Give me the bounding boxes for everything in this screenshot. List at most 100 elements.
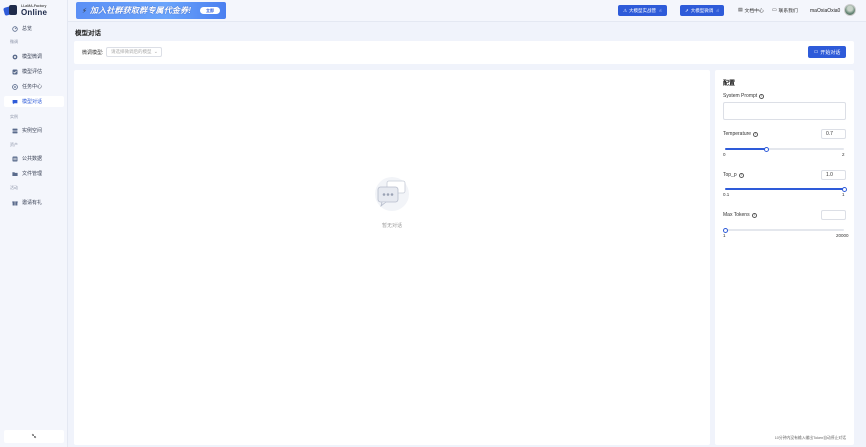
sidebar-item-label: 总览 [22,26,33,32]
sidebar-item-evaluate[interactable]: 模型评估 [4,66,64,77]
contact-link-label: 联系我们 [778,9,798,14]
max-tokens-input[interactable] [821,210,846,220]
config-panel: 配置 System Prompt i Temperature i 0.7 0 2… [715,70,854,445]
chat-panel: 暂无对话 [74,70,710,445]
docs-link[interactable]: ▤ 文档中心 [738,6,764,15]
max-tokens-slider-thumb[interactable] [722,227,728,233]
sidebar-item-label: 任务中心 [22,84,43,90]
sidebar-item-instances[interactable]: 实例空间 [4,125,64,136]
evaluate-icon [12,69,18,75]
nav-group-activity: 活动 [10,185,18,190]
temperature-slider-fill [725,148,767,150]
lightning-icon: ⚡ [82,7,87,15]
max-tokens-min: 1 [723,233,726,238]
top-p-slider-thumb[interactable] [841,186,847,192]
instance-icon [12,128,18,134]
logo-icon [3,5,18,17]
max-tokens-slider[interactable] [722,227,844,233]
username[interactable]: maOxiaOxia0 [810,6,840,15]
nav-group-finetune: 微调 [10,39,18,44]
system-prompt-input[interactable] [723,102,846,120]
sidebar-collapse-button[interactable] [4,430,64,443]
sidebar-item-invite[interactable]: 邀请有礼 [4,197,64,208]
chat-icon [12,99,18,105]
max-tokens-label: Max Tokens i [723,212,757,218]
tune-icon [12,54,18,60]
temperature-label-text: Temperature [723,131,752,137]
collapse-icon [31,433,37,441]
info-icon[interactable]: i [759,93,765,99]
max-tokens-label-text: Max Tokens [723,212,750,218]
gift-icon [12,200,18,206]
top-header: ⚡ 加入社群获取群专属代金券! 立即 ⚠ 大模型实战营 ☝ ➚ 大模型微调 ☝ … [68,0,866,22]
banner-join-button[interactable]: 立即 [200,7,220,14]
sidebar-item-label: 模型对话 [22,99,43,105]
sidebar-item-label: 文件管理 [22,171,43,177]
model-select[interactable]: 请选择微调后的模型 ⌄ [106,47,162,57]
rocket-icon: ➚ [685,7,689,13]
finetune-promo-button[interactable]: ➚ 大模型微调 ☝ [680,5,725,16]
temperature-max: 2 [842,152,845,157]
practice-camp-label: 大模型实战营 [629,7,657,13]
warning-icon: ⚠ [623,7,628,13]
top-p-label: Top_p i [723,172,744,178]
sidebar-item-label: 模型评估 [22,69,43,75]
top-p-slider-fill [725,188,844,190]
empty-chat-icon [372,176,412,212]
hand-pointer-icon: ☝ [716,7,720,13]
task-icon [12,83,18,90]
logo-big-text: Online [21,7,48,17]
empty-chat-text: 暂无对话 [381,223,402,229]
docs-link-label: 文档中心 [744,9,764,14]
info-icon[interactable]: i [738,172,744,178]
practice-camp-button[interactable]: ⚠ 大模型实战营 ☝ [618,5,667,16]
sidebar-item-files[interactable]: 文件管理 [4,168,64,179]
temperature-label: Temperature i [723,131,759,137]
sidebar-item-tasks[interactable]: 任务中心 [4,81,64,92]
top-p-max: 1 [842,192,845,197]
finetune-promo-label: 大模型微调 [690,7,714,13]
sidebar-item-public-data[interactable]: 公共数据 [4,153,64,164]
start-chat-label: 开始对话 [820,49,841,56]
page-title: 模型对话 [75,30,101,37]
sidebar-item-chat[interactable]: 模型对话 [4,96,64,107]
max-tokens-max: 20000 [836,233,849,238]
filter-bar: 微调模型: 请选择微调后的模型 ⌄ ▭ 开始对话 [74,41,854,64]
top-p-label-text: Top_p [723,172,737,178]
system-prompt-label-text: System Prompt [723,93,758,99]
top-p-slider[interactable] [725,186,847,192]
chat-bubble-icon: ▭ [772,8,777,13]
nav-group-instance: 实例 [10,114,18,119]
temperature-input[interactable]: 0.7 [821,129,846,139]
top-p-min: 0.1 [723,192,730,197]
info-icon[interactable]: i [753,131,759,137]
chat-icon: ▭ [813,49,819,55]
sidebar: LLaMA-Factory Online 总览 微调 模型微调 模型评估 任务中… [0,0,68,447]
folder-icon [12,171,18,177]
banner-text: 加入社群获取群专属代金券! [89,6,192,15]
start-chat-button[interactable]: ▭ 开始对话 [808,46,846,58]
temperature-slider-thumb[interactable] [764,146,770,152]
data-icon [12,156,18,162]
config-title: 配置 [723,81,736,87]
contact-link[interactable]: ▭ 联系我们 [772,6,798,15]
sidebar-item-label: 邀请有礼 [22,200,43,206]
avatar[interactable] [844,4,856,16]
logo[interactable]: LLaMA-Factory Online [3,4,56,18]
document-icon: ▤ [738,8,743,13]
hand-pointer-icon: ☝ [659,7,662,13]
system-prompt-label: System Prompt i [723,93,765,99]
model-select-placeholder: 请选择微调后的模型 [111,49,152,54]
temperature-min: 0 [723,152,726,157]
promo-banner[interactable]: ⚡ 加入社群获取群专属代金券! 立即 [76,2,226,19]
sidebar-item-label: 实例空间 [22,128,43,134]
top-p-input[interactable]: 1.0 [821,170,846,180]
sidebar-item-overview[interactable]: 总览 [4,23,64,34]
sidebar-item-label: 模型微调 [22,54,43,60]
temperature-slider[interactable] [725,146,844,152]
sidebar-item-finetune[interactable]: 模型微调 [4,51,64,62]
dashboard-icon [12,25,18,32]
auto-stop-note: 10分钟内没有输入输出Token自动停止对话 [774,436,846,440]
info-icon[interactable]: i [751,212,757,218]
chevron-down-icon: ⌄ [153,49,158,55]
